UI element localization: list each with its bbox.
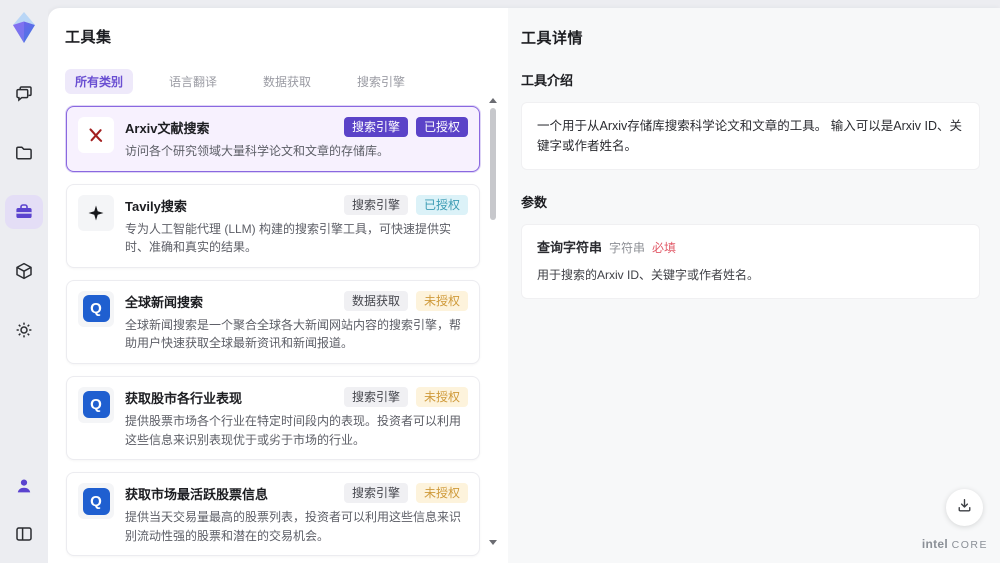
main-card: 工具集 所有类别 语言翻译 数据获取 搜索引擎 Arxiv文献搜索 搜索引擎 已… (48, 8, 1000, 563)
category-badge: 数据获取 (343, 290, 408, 311)
cube-icon (14, 261, 34, 281)
left-rail (0, 0, 48, 563)
folder-icon (14, 143, 34, 163)
tool-name: 获取股市各行业表现 (125, 390, 243, 406)
tab-language-translation[interactable]: 语言翻译 (159, 69, 227, 94)
sidebar-item-packages[interactable] (5, 254, 43, 288)
auth-status-badge: 已授权 (415, 194, 468, 215)
rail-bottom (0, 469, 48, 551)
details-title: 工具详情 (521, 30, 584, 47)
tool-card-sector-performance[interactable]: Q 获取股市各行业表现 搜索引擎 未授权 提供股票市场各个行业在特定时间段内的表… (66, 375, 480, 461)
news-icon: Q (78, 290, 114, 327)
tool-description: 访问各个研究领域大量科学论文和文章的存储库。 (125, 144, 390, 158)
sidebar-item-settings[interactable] (5, 313, 43, 347)
chat-icon (14, 84, 34, 104)
auth-status-badge: 未授权 (415, 386, 468, 407)
category-tabs: 所有类别 语言翻译 数据获取 搜索引擎 (65, 69, 508, 94)
intro-box: 一个用于从Arxiv存储库搜索科学论文和文章的工具。 输入可以是Arxiv ID… (521, 102, 980, 170)
param-required-badge: 必填 (652, 241, 677, 255)
tool-name: Arxiv文献搜索 (125, 121, 210, 136)
sidebar-item-chat[interactable] (5, 77, 43, 111)
app-logo[interactable] (8, 9, 40, 47)
tool-description: 提供股票市场各个行业在特定时间段内的表现。投资者可以利用这些信息来识别表现优于或… (125, 413, 462, 447)
intel-core-logo: intel core (921, 537, 988, 551)
toolbox-icon (14, 202, 34, 222)
category-badge: 搜索引擎 (343, 386, 408, 407)
download-icon (956, 497, 973, 519)
tool-card-tavily[interactable]: Tavily搜索 搜索引擎 已授权 专为人工智能代理 (LLM) 构建的搜索引擎… (66, 183, 480, 268)
panel-toggle-icon (14, 524, 34, 544)
tool-name: 全球新闻搜索 (125, 294, 204, 310)
download-button[interactable] (946, 489, 983, 526)
tools-panel: 工具集 所有类别 语言翻译 数据获取 搜索引擎 Arxiv文献搜索 搜索引擎 已… (48, 8, 508, 563)
param-name: 查询字符串 (537, 240, 603, 255)
star-icon (78, 194, 114, 231)
user-icon (14, 476, 34, 496)
page-title: 工具集 (65, 29, 112, 46)
tool-name: Tavily搜索 (125, 198, 187, 214)
category-badge: 搜索引擎 (343, 483, 408, 504)
news-icon: Q (78, 483, 114, 520)
tab-all-categories[interactable]: 所有类别 (65, 69, 134, 94)
tool-name: 获取市场最活跃股票信息 (125, 487, 269, 503)
user-profile-button[interactable] (5, 469, 43, 503)
tool-card-global-news[interactable]: Q 全球新闻搜索 数据获取 未授权 全球新闻搜索是一个聚合全球各大新闻网站内容的… (66, 279, 480, 364)
scroll-down-arrow[interactable] (489, 540, 497, 545)
category-badge: 搜索引擎 (343, 117, 408, 137)
tool-card-arxiv[interactable]: Arxiv文献搜索 搜索引擎 已授权 访问各个研究领域大量科学论文和文章的存储库… (66, 106, 480, 172)
scrollbar-thumb[interactable] (490, 108, 496, 220)
intro-heading: 工具介绍 (521, 73, 574, 88)
gear-icon (14, 320, 34, 340)
param-box: 查询字符串 字符串 必填 用于搜索的Arxiv ID、关键字或作者姓名。 (521, 224, 980, 299)
params-heading: 参数 (521, 195, 548, 210)
param-description: 用于搜索的Arxiv ID、关键字或作者姓名。 (537, 267, 760, 282)
sidebar-item-files[interactable] (5, 136, 43, 170)
tool-description: 专为人工智能代理 (LLM) 构建的搜索引擎工具，可快速提供实时、准确和真实的结… (125, 221, 452, 255)
auth-status-badge: 未授权 (415, 483, 468, 504)
scroll-up-arrow[interactable] (489, 98, 497, 103)
auth-status-badge: 已授权 (415, 117, 468, 137)
param-type: 字符串 (609, 241, 646, 255)
sidebar-item-tools[interactable] (5, 195, 43, 229)
news-icon: Q (78, 386, 114, 423)
collapse-panel-button[interactable] (5, 517, 43, 551)
tool-list-scrollbar[interactable] (489, 98, 497, 545)
tool-description: 全球新闻搜索是一个聚合全球各大新闻网站内容的搜索引擎，帮助用户快速获取全球最新资… (125, 317, 462, 351)
tool-list: Arxiv文献搜索 搜索引擎 已授权 访问各个研究领域大量科学论文和文章的存储库… (65, 104, 508, 562)
tool-description: 提供当天交易量最高的股票列表，投资者可以利用这些信息来识别流动性强的股票和潜在的… (125, 510, 462, 543)
tab-search-engine[interactable]: 搜索引擎 (347, 69, 415, 94)
arxiv-icon (78, 117, 114, 153)
tab-data-fetching[interactable]: 数据获取 (253, 69, 321, 94)
intro-text: 一个用于从Arxiv存储库搜索科学论文和文章的工具。 输入可以是Arxiv ID… (537, 119, 963, 153)
category-badge: 搜索引擎 (343, 194, 408, 215)
auth-status-badge: 未授权 (415, 290, 468, 311)
tool-card-most-active-stocks[interactable]: Q 获取市场最活跃股票信息 搜索引擎 未授权 提供当天交易量最高的股票列表，投资… (66, 472, 480, 557)
rail-nav (5, 77, 43, 347)
tool-details-panel: 工具详情 工具介绍 一个用于从Arxiv存储库搜索科学论文和文章的工具。 输入可… (508, 8, 1000, 563)
